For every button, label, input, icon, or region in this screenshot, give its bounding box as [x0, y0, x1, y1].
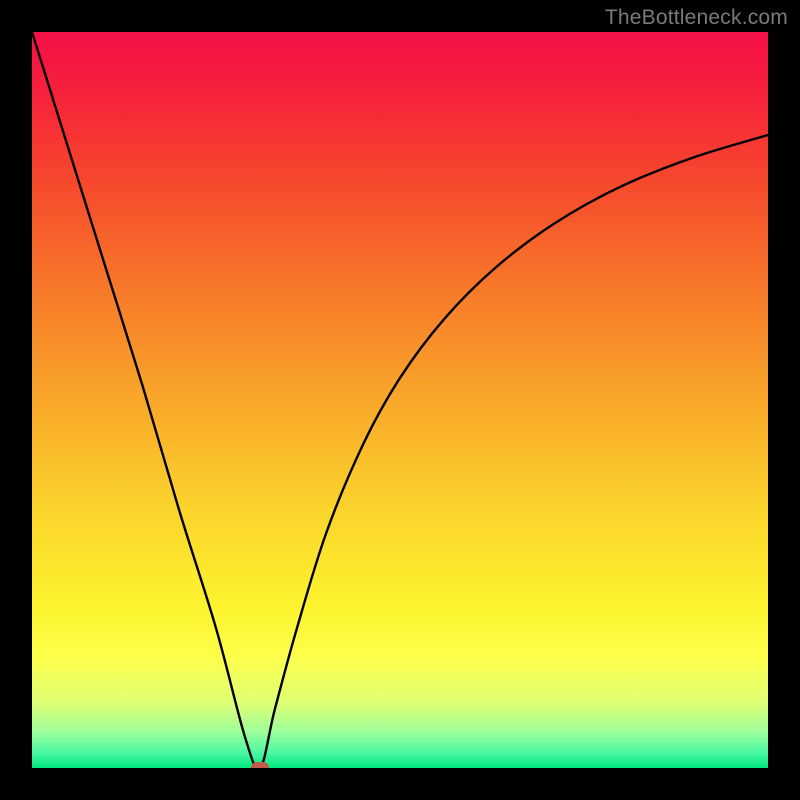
chart-frame: TheBottleneck.com [0, 0, 800, 800]
plot-area [32, 32, 768, 768]
optimal-point-marker [251, 762, 269, 768]
watermark-text: TheBottleneck.com [605, 6, 788, 30]
bottleneck-curve [32, 32, 768, 768]
